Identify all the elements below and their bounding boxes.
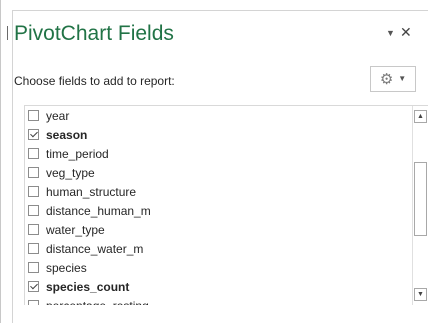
field-checkbox[interactable]: [28, 281, 39, 292]
field-row-veg-type[interactable]: veg_type: [25, 163, 95, 182]
field-label: year: [46, 108, 70, 123]
field-row-season[interactable]: season: [25, 125, 87, 144]
close-icon[interactable]: ✕: [400, 24, 412, 41]
field-row-distance-water-m[interactable]: distance_water_m: [25, 239, 143, 258]
scroll-down-button[interactable]: ▼: [414, 288, 427, 301]
field-row-year[interactable]: year: [25, 106, 69, 125]
field-checkbox[interactable]: [28, 186, 39, 197]
field-label: human_structure: [46, 184, 137, 199]
field-label: season: [46, 127, 88, 142]
field-label: species_count: [46, 279, 130, 294]
instruction-text: Choose fields to add to report:: [14, 74, 175, 88]
field-checkbox[interactable]: [28, 129, 39, 140]
field-checkbox[interactable]: [28, 243, 39, 254]
pane-title: PivotChart Fields: [14, 22, 174, 45]
field-label: distance_water_m: [46, 241, 144, 256]
field-label: veg_type: [46, 165, 95, 180]
field-label: water_type: [46, 222, 105, 237]
field-label: distance_human_m: [46, 203, 151, 218]
field-checkbox[interactable]: [28, 300, 39, 305]
field-label: species: [46, 260, 87, 275]
field-row-time-period[interactable]: time_period: [25, 144, 109, 163]
chevron-down-icon[interactable]: ▼: [386, 28, 395, 38]
field-checkbox[interactable]: [28, 205, 39, 216]
field-label: time_period: [46, 146, 109, 161]
chevron-down-icon: ▼: [398, 74, 407, 83]
field-row-percentage-resting[interactable]: percentage_resting: [25, 296, 149, 305]
field-checkbox[interactable]: [28, 167, 39, 178]
field-checkbox[interactable]: [28, 262, 39, 273]
scroll-up-button[interactable]: ▲: [414, 110, 427, 123]
gear-icon: ⚙: [379, 70, 394, 88]
field-checkbox[interactable]: [28, 110, 39, 121]
field-row-distance-human-m[interactable]: distance_human_m: [25, 201, 151, 220]
field-checkbox[interactable]: [28, 224, 39, 235]
field-label: percentage_resting: [46, 299, 149, 306]
field-row-human-structure[interactable]: human_structure: [25, 182, 136, 201]
field-row-water-type[interactable]: water_type: [25, 220, 105, 239]
field-list-scrollbar[interactable]: ▲ ▼: [412, 106, 428, 305]
field-checkbox[interactable]: [28, 148, 39, 159]
field-row-species-count[interactable]: species_count: [25, 277, 129, 296]
scroll-thumb[interactable]: [414, 162, 427, 236]
pane-resize-grip[interactable]: [7, 26, 8, 40]
field-row-species[interactable]: species: [25, 258, 87, 277]
field-list: year season time_period veg_type human_s…: [24, 105, 428, 305]
window-edge: [0, 0, 1, 323]
tools-button[interactable]: ⚙ ▼: [370, 66, 416, 92]
